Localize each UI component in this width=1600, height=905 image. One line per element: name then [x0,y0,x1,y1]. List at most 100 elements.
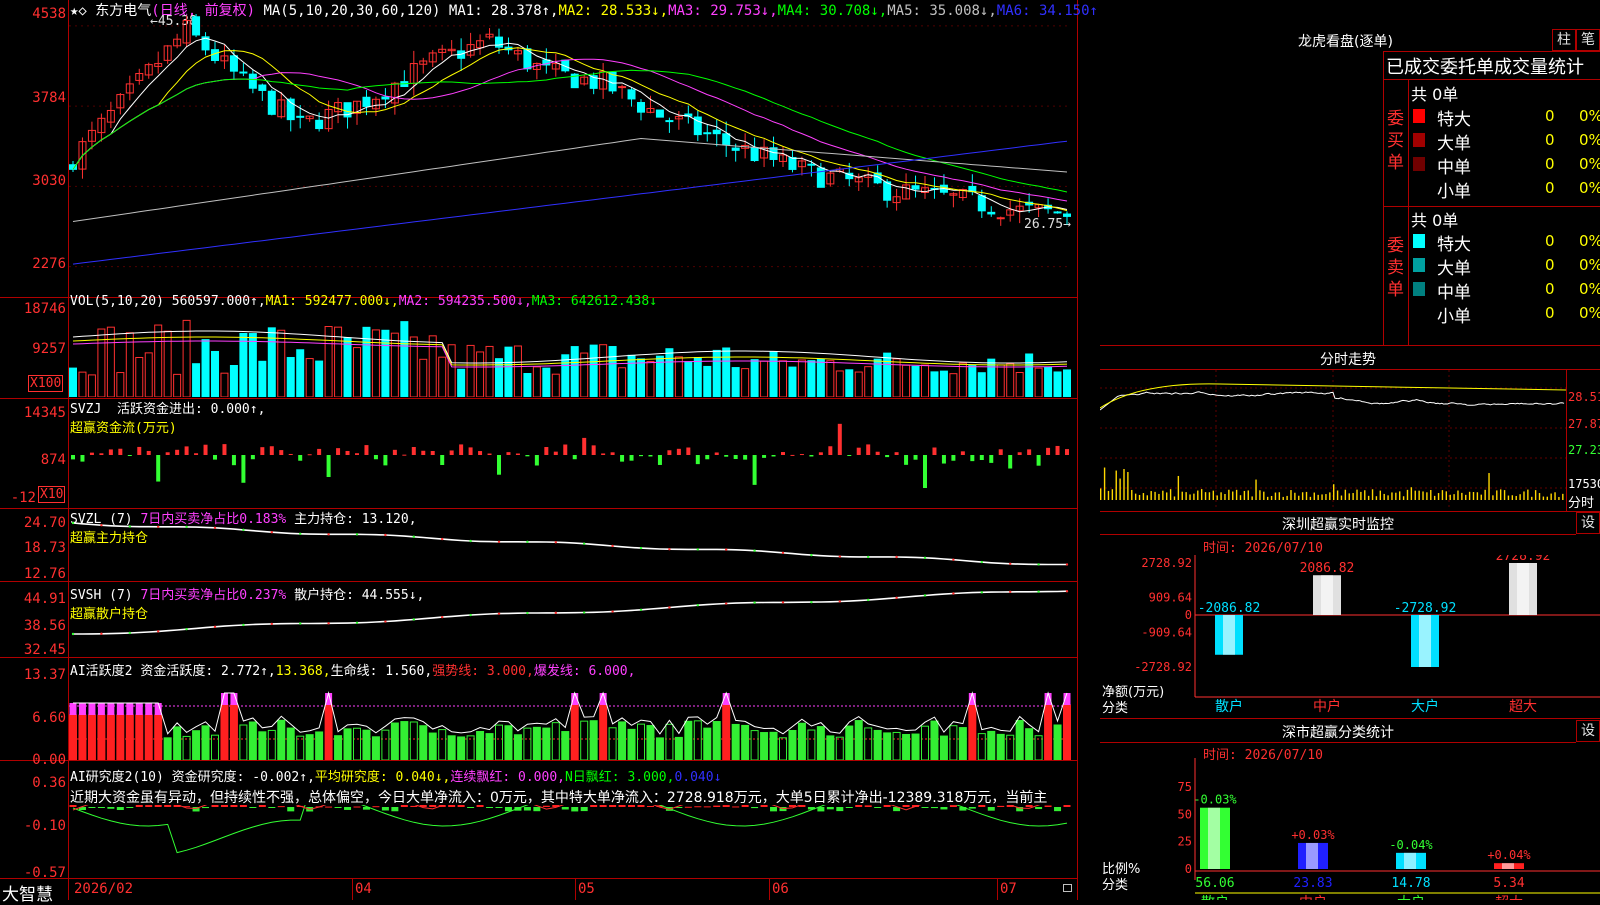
volume-bar [854,371,863,397]
class-delta-label: -0.04% [1389,838,1433,852]
ai2-y-tick: 0.36 [32,775,66,791]
intraday-volume-bar [1243,490,1246,500]
main-holding-line-dot [412,535,415,538]
sz-class-chart[interactable]: 75 50 25 0 -0.03% 56.06 散户 +0.03% 23.83 中户 -0.04% 1… [1100,758,1600,900]
flow-bar [733,455,738,460]
flow-bar [487,453,492,455]
intraday-volume-bar [1472,492,1475,500]
flow-bar [904,455,909,465]
flow-bar [430,451,435,455]
candle-body [248,73,257,89]
activity-burst-bar [126,703,134,715]
flow-bar [213,455,217,460]
volume-bar [769,351,778,397]
ai1-y-tick: 0.00 [32,752,66,768]
activity-burst-bar [145,703,153,715]
sz-class-settings-button[interactable]: 设 [1576,720,1600,742]
flow-bar [1065,449,1069,455]
research-bar [703,806,711,808]
candlestick-chart[interactable] [69,14,1077,296]
retail-holding-line-dot [1037,590,1040,593]
svsh-y-tick: 32.45 [23,642,66,658]
flow-bar [515,453,520,455]
activity-bar [703,727,712,760]
intraday-volume-bar [1534,490,1537,500]
intraday-chart[interactable] [1100,370,1566,510]
order-percent: 0% [1579,179,1600,197]
flow-bar [478,451,483,455]
intraday-volume-bar [1410,487,1413,500]
x-axis-label: 07 [1000,881,1017,897]
class-y-tick: 25 [1178,835,1192,849]
research-bar [618,805,626,807]
volume-bar [513,345,522,397]
vol-unit-badge[interactable]: X100 [28,375,64,392]
activity-bar [258,731,267,760]
ai-activity-chart[interactable] [69,676,1077,760]
intraday-volume-bar [1554,492,1556,500]
ai-research-chart[interactable] [69,805,1077,878]
research-bar [921,807,929,808]
order-type: 小单 [1437,307,1471,327]
intraday-volume-bar [1228,489,1230,500]
main-y-tick: 3030 [32,173,66,189]
order-percent: 0% [1579,107,1600,125]
intraday-volume-bar [1395,492,1397,500]
sz-class-title: 深市超赢分类统计 [1282,725,1394,741]
activity-bar [286,727,295,760]
flow-bar [364,445,369,455]
brand-logo[interactable]: 大智慧 [2,880,53,905]
sz-monitor-chart[interactable]: 2728.92 909.64 0 -909.64 -2728.92 -2086.82 散户 2… [1100,555,1600,715]
main-holding-line-dot [441,537,444,541]
main-holding-chart[interactable] [69,509,1077,581]
intraday-volume-bar [1325,494,1327,500]
intraday-volume-bar [1531,496,1533,500]
candle-body [1063,213,1071,217]
flow-bar [402,454,407,456]
volume-bar [211,350,219,397]
main-holding-line-dot [128,525,131,528]
activity-bar [97,714,106,760]
volume-chart[interactable] [69,312,1077,397]
lock-icon[interactable] [1063,884,1072,892]
ai2-d: N日飘红: 3.000, [564,770,675,785]
dragon-header: 已成交委托单成交量统计 [1386,57,1584,78]
activity-bar [570,704,579,760]
class-value-label: 14.78 [1391,876,1430,891]
order-value: 0 [1545,280,1555,298]
retail-holding-line-dot [696,604,699,607]
intraday-volume-bar [1138,494,1141,500]
svzj-unit-badge[interactable]: X10 [38,486,66,503]
sz-monitor-settings-button[interactable]: 设 [1576,512,1600,534]
flow-bar [875,451,880,455]
intraday-volume-bar [1538,493,1541,500]
volume-bar [779,360,787,397]
volume-bar [390,332,399,397]
tick-mode-button[interactable]: 笔 [1576,29,1600,51]
intraday-volume-bar [1263,491,1265,500]
activity-bar [1025,728,1034,760]
volume-bar [192,363,201,397]
intraday-volume-bar [1542,496,1545,500]
research-bar [713,805,721,807]
fund-flow-chart[interactable] [69,410,1077,508]
main-holding-line-dot [696,548,699,551]
flow-bar [818,452,823,455]
activity-bar [892,731,901,760]
order-row: 小单 0 0% [1411,177,1600,202]
candle-body [258,84,267,91]
flow-bar [762,455,767,458]
volume-bar [457,368,466,397]
bar-mode-button[interactable]: 柱 [1552,29,1576,51]
activity-bar [996,733,1005,760]
research-line-green [72,805,1068,854]
order-row: 小单 0 0% [1411,302,1600,327]
flow-bar [250,455,255,460]
monitor-bar-shine [1321,575,1333,615]
retail-holding-line-dot [895,596,898,600]
retail-holding-chart[interactable] [69,582,1077,657]
intraday-volume-bar [1418,490,1420,500]
intraday-volume-bar [1360,491,1362,500]
activity-bar [769,731,778,760]
research-bar [239,805,247,807]
